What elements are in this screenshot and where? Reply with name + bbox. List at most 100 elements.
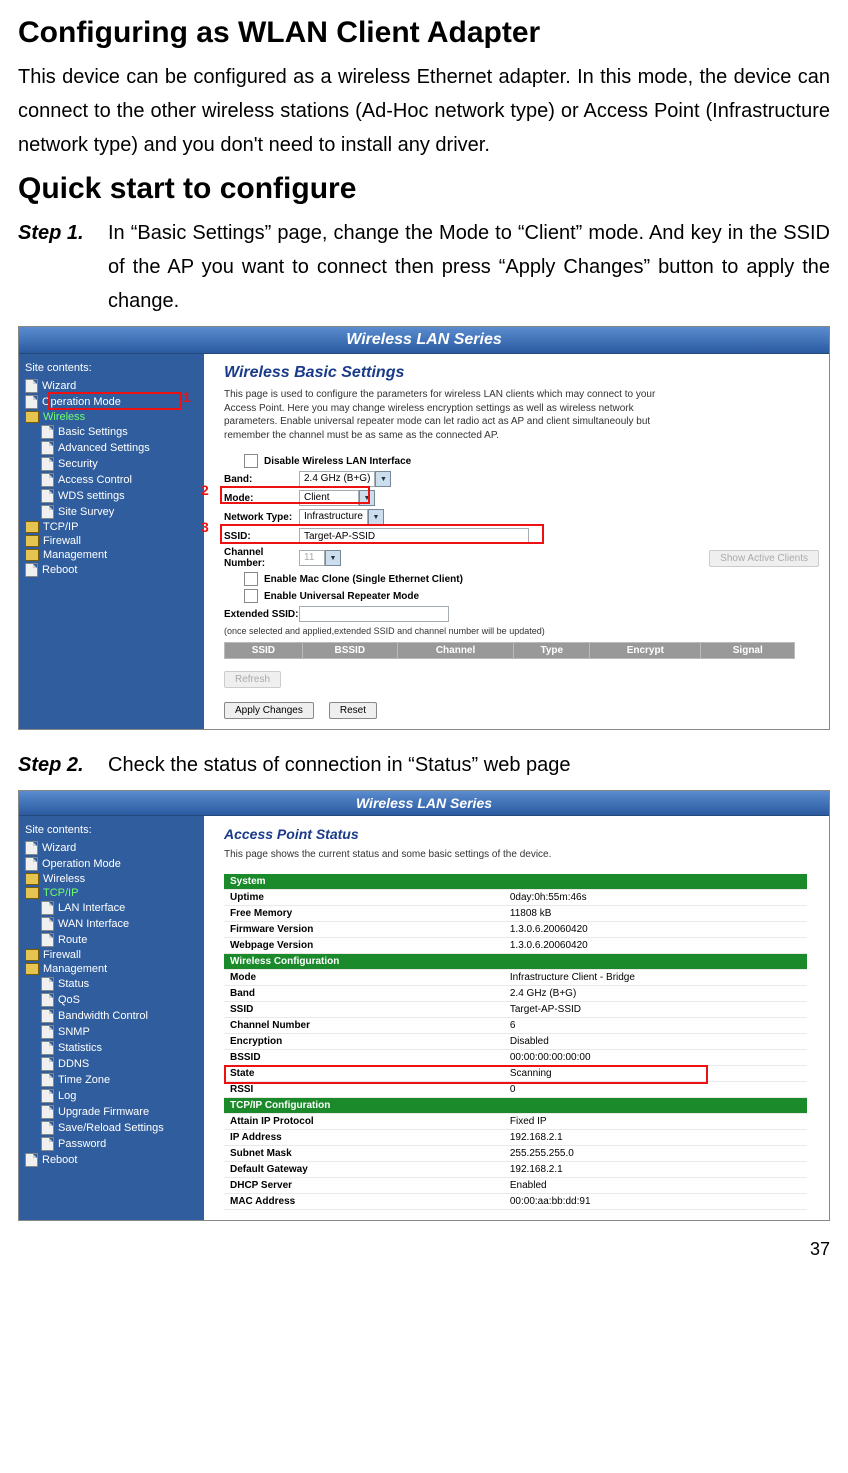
window-titlebar: Wireless LAN Series (19, 791, 829, 816)
refresh-button[interactable]: Refresh (224, 671, 281, 688)
sidebar-panel: Site contents: Wizard Operation Mode Wir… (19, 354, 204, 729)
sidebar-item-tcpip[interactable]: TCP/IP (25, 886, 200, 900)
sidebar-item-operation-mode[interactable]: Operation Mode (25, 856, 200, 872)
sidebar-item-wireless[interactable]: Wireless (25, 872, 200, 886)
page-icon (41, 917, 54, 931)
network-type-select[interactable]: Infrastructure (299, 509, 368, 525)
page-icon (41, 1121, 54, 1135)
sidebar-item-lan-interface[interactable]: LAN Interface (41, 900, 129, 916)
sidebar-item-management[interactable]: Management (25, 548, 200, 562)
sidebar-item-basic-settings[interactable]: Basic Settings (41, 424, 150, 440)
page-icon (41, 901, 54, 915)
heading-quickstart: Quick start to configure (18, 172, 830, 206)
sidebar-item-upgrade-firmware[interactable]: Upgrade Firmware (41, 1104, 164, 1120)
folder-icon (25, 535, 39, 547)
page-icon (41, 441, 54, 455)
step2-text: Check the status of connection in “Statu… (108, 748, 830, 782)
sidebar-item-tcpip[interactable]: TCP/IP (25, 520, 200, 534)
col-bssid: BSSID (302, 643, 397, 659)
table-row: MAC Address00:00:aa:bb:dd:91 (224, 1193, 807, 1209)
sidebar-item-route[interactable]: Route (41, 932, 129, 948)
highlight-state-row (224, 1065, 708, 1084)
sidebar-item-wizard[interactable]: Wizard (25, 840, 200, 856)
page-icon (25, 841, 38, 855)
network-type-label: Network Type: (224, 512, 299, 523)
sidebar-header: Site contents: (25, 362, 200, 374)
sidebar-item-management[interactable]: Management (25, 962, 200, 976)
sidebar-panel: Site contents: Wizard Operation Mode Wir… (19, 816, 204, 1220)
page-icon (41, 1025, 54, 1039)
highlight-basic-settings (48, 392, 182, 410)
universal-repeater-checkbox[interactable] (244, 589, 258, 603)
chevron-down-icon[interactable]: ▼ (325, 550, 341, 566)
sidebar-item-firewall[interactable]: Firewall (25, 534, 200, 548)
page-number: 37 (18, 1239, 830, 1260)
sidebar-item-wds-settings[interactable]: WDS settings (41, 488, 150, 504)
extended-ssid-input[interactable] (299, 606, 449, 622)
sidebar-item-statistics[interactable]: Statistics (41, 1040, 164, 1056)
step1-text: In “Basic Settings” page, change the Mod… (108, 216, 830, 318)
sidebar-item-security[interactable]: Security (41, 456, 150, 472)
band-select[interactable]: 2.4 GHz (B+G) (299, 471, 375, 487)
col-type: Type (514, 643, 590, 659)
reset-button[interactable]: Reset (329, 702, 377, 719)
status-table: System Uptime0day:0h:55m:46s Free Memory… (224, 874, 807, 1210)
sidebar-item-reboot[interactable]: Reboot (25, 562, 200, 578)
window-titlebar: Wireless LAN Series (19, 327, 829, 354)
page-icon (41, 933, 54, 947)
disable-wlan-checkbox[interactable] (244, 454, 258, 468)
content-title: Wireless Basic Settings (224, 364, 819, 382)
chevron-down-icon[interactable]: ▼ (368, 509, 384, 525)
content-title: Access Point Status (224, 826, 819, 842)
step2-label: Step 2. (18, 748, 108, 782)
page-icon (41, 993, 54, 1007)
sidebar-item-wireless[interactable]: Wireless (25, 410, 200, 424)
sidebar-item-status[interactable]: Status (41, 976, 164, 992)
highlight-mode-row (220, 486, 370, 504)
content-panel: Wireless Basic Settings This page is use… (204, 354, 829, 729)
content-panel: Access Point Status This page shows the … (204, 816, 829, 1220)
section-system: System (224, 874, 807, 890)
sidebar-item-advanced-settings[interactable]: Advanced Settings (41, 440, 150, 456)
page-icon (41, 425, 54, 439)
table-row: BSSID00:00:00:00:00:00 (224, 1049, 807, 1065)
page-icon (41, 473, 54, 487)
universal-repeater-label: Enable Universal Repeater Mode (264, 591, 419, 602)
page-icon (41, 1089, 54, 1103)
table-row: SSIDTarget-AP-SSID (224, 1001, 807, 1017)
table-row: Webpage Version1.3.0.6.20060420 (224, 937, 807, 953)
mac-clone-label: Enable Mac Clone (Single Ethernet Client… (264, 574, 463, 585)
sidebar-item-log[interactable]: Log (41, 1088, 164, 1104)
sidebar-item-time-zone[interactable]: Time Zone (41, 1072, 164, 1088)
col-signal: Signal (701, 643, 795, 659)
apply-changes-button[interactable]: Apply Changes (224, 702, 314, 719)
sidebar-item-wan-interface[interactable]: WAN Interface (41, 916, 129, 932)
chevron-down-icon[interactable]: ▼ (375, 471, 391, 487)
sidebar-item-bandwidth-control[interactable]: Bandwidth Control (41, 1008, 164, 1024)
show-active-clients-button[interactable]: Show Active Clients (709, 550, 819, 567)
band-label: Band: (224, 474, 299, 485)
content-description: This page shows the current status and s… (224, 848, 684, 862)
sidebar-item-password[interactable]: Password (41, 1136, 164, 1152)
sidebar-item-save-reload-settings[interactable]: Save/Reload Settings (41, 1120, 164, 1136)
table-row: Default Gateway192.168.2.1 (224, 1161, 807, 1177)
mac-clone-checkbox[interactable] (244, 572, 258, 586)
sidebar-item-ddns[interactable]: DDNS (41, 1056, 164, 1072)
sidebar-item-access-control[interactable]: Access Control (41, 472, 150, 488)
sidebar-item-qos[interactable]: QoS (41, 992, 164, 1008)
folder-icon (25, 411, 39, 423)
folder-icon (25, 887, 39, 899)
page-icon (41, 1009, 54, 1023)
sidebar-item-site-survey[interactable]: Site Survey (41, 504, 150, 520)
page-icon (25, 563, 38, 577)
sidebar-item-reboot[interactable]: Reboot (25, 1152, 200, 1168)
extended-ssid-label: Extended SSID: (224, 609, 299, 620)
channel-number-select[interactable]: 11 (299, 550, 325, 566)
sidebar-item-firewall[interactable]: Firewall (25, 948, 200, 962)
page-icon (41, 1105, 54, 1119)
screenshot-status: Wireless LAN Series Site contents: Wizar… (18, 790, 830, 1221)
step1-label: Step 1. (18, 216, 108, 318)
page-icon (41, 457, 54, 471)
table-row: Firmware Version1.3.0.6.20060420 (224, 921, 807, 937)
sidebar-item-snmp[interactable]: SNMP (41, 1024, 164, 1040)
